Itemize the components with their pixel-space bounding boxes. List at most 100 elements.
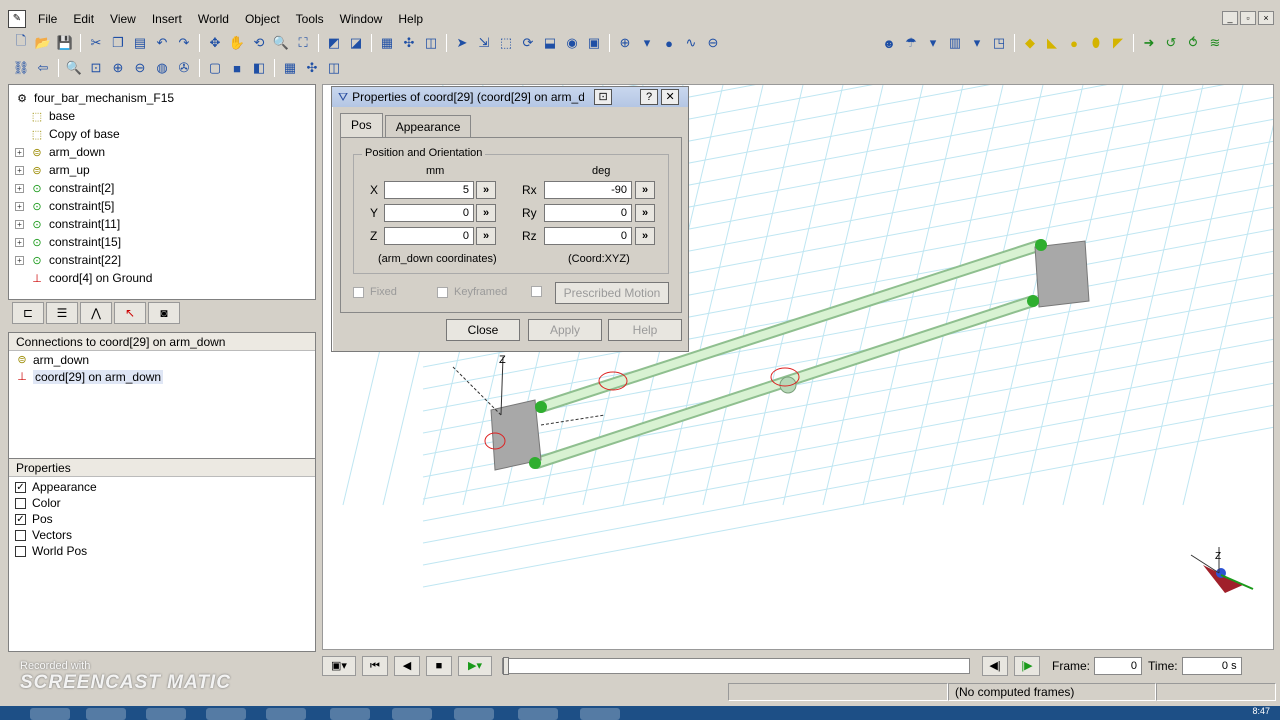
part-move-icon[interactable]: ⬚ (496, 33, 516, 53)
property-checkbox-vectors[interactable]: Vectors (9, 527, 315, 543)
tree-item[interactable]: + ⊙ constraint[15] (15, 233, 309, 251)
timeline-slider[interactable] (502, 657, 970, 675)
expand-icon[interactable]: + (15, 255, 24, 265)
back-icon[interactable]: ⇦ (33, 58, 53, 78)
open-folder-icon[interactable]: 📂 (33, 33, 53, 53)
cylinder-primitive-icon[interactable]: ⬮ (1086, 33, 1106, 53)
close-button[interactable]: Close (446, 319, 520, 341)
menu-view[interactable]: View (102, 12, 144, 26)
tree-item[interactable]: + ⊜ arm_down (15, 143, 309, 161)
taskbar-app-icon[interactable] (580, 708, 620, 720)
expand-icon[interactable]: + (15, 165, 24, 175)
checkbox[interactable]: ✓ (15, 481, 26, 493)
copy-icon[interactable]: ❐ (108, 33, 128, 53)
film-icon[interactable]: ▣▾ (322, 656, 356, 676)
list-item[interactable]: ⊜ arm_down (9, 351, 315, 368)
camera-icon[interactable]: ◉ (562, 33, 582, 53)
menu-tools[interactable]: Tools (288, 12, 332, 26)
zoom-plus-icon[interactable]: ⊕ (108, 58, 128, 78)
light-icon[interactable]: ☂ (901, 33, 921, 53)
image-icon[interactable]: ▣ (584, 33, 604, 53)
taskbar-app-icon[interactable] (206, 708, 246, 720)
menu-edit[interactable]: Edit (65, 12, 102, 26)
taskbar-word-icon[interactable] (392, 708, 432, 720)
tree-item[interactable]: ⊥ coord[4] on Ground (15, 269, 309, 287)
pan-icon[interactable]: ✋ (227, 33, 247, 53)
sphere-icon[interactable]: ◍ (152, 58, 172, 78)
wireframe-icon[interactable]: ◪ (346, 33, 366, 53)
move-icon[interactable]: ✥ (205, 33, 225, 53)
rotate-view-icon[interactable]: ⟲ (249, 33, 269, 53)
taskbar-ie-icon[interactable] (30, 708, 70, 720)
perspective-icon[interactable]: ◧ (249, 58, 269, 78)
property-checkbox-pos[interactable]: ✓ Pos (9, 511, 315, 527)
keyframed-checkbox[interactable]: Keyframed (437, 286, 507, 298)
minimize-button[interactable]: _ (1222, 11, 1238, 25)
arrow-right-icon[interactable]: ➜ (1139, 33, 1159, 53)
pin-icon[interactable]: ⊡ (594, 89, 613, 105)
help-icon[interactable]: ? (640, 89, 659, 105)
y-field[interactable]: 0 (384, 204, 474, 222)
joint-icon[interactable]: ● (659, 33, 679, 53)
spring-icon[interactable]: ⥀ (1183, 33, 1203, 53)
z-more-button[interactable]: » (476, 227, 496, 245)
sphere-primitive-icon[interactable]: ● (1064, 33, 1084, 53)
checkbox[interactable] (15, 529, 26, 541)
dialog-titlebar[interactable]: ⛛ Properties of coord[29] (coord[29] on … (332, 87, 688, 107)
part-rotate-icon[interactable]: ⟳ (518, 33, 538, 53)
tab-camera-icon[interactable]: ◙ (148, 302, 180, 324)
render-icon[interactable]: ◩ (324, 33, 344, 53)
dropdown-icon[interactable]: ▾ (923, 33, 943, 53)
rx-field[interactable]: -90 (544, 181, 632, 199)
layers-icon[interactable]: ◫ (421, 33, 441, 53)
coord-add-icon[interactable]: ⊖ (703, 33, 723, 53)
grid-toggle-icon[interactable]: ▦ (280, 58, 300, 78)
ry-more-button[interactable]: » (635, 204, 655, 222)
expand-icon[interactable]: + (15, 237, 24, 247)
extrude-primitive-icon[interactable]: ◤ (1108, 33, 1128, 53)
axis-icon[interactable]: ✣ (302, 58, 322, 78)
prescribed-checkbox[interactable] (531, 286, 548, 297)
tab-list-icon[interactable]: ☰ (46, 302, 78, 324)
list-item[interactable]: ⊥ coord[29] on arm_down (9, 368, 315, 385)
taskbar-app-icon[interactable] (518, 708, 558, 720)
wedge-primitive-icon[interactable]: ◣ (1042, 33, 1062, 53)
orbit-icon[interactable]: ✇ (174, 58, 194, 78)
rz-more-button[interactable]: » (635, 227, 655, 245)
grid-icon[interactable]: ▦ (377, 33, 397, 53)
menu-object[interactable]: Object (237, 12, 288, 26)
first-frame-icon[interactable]: ⏮ (362, 656, 388, 676)
box-view-icon[interactable]: ▢ (205, 58, 225, 78)
expand-icon[interactable]: + (15, 219, 24, 229)
taskbar-folder-icon[interactable] (86, 708, 126, 720)
taskbar-skype-icon[interactable] (454, 708, 494, 720)
tree-root[interactable]: ⚙ four_bar_mechanism_F15 (15, 89, 309, 107)
snap-icon[interactable]: ✣ (399, 33, 419, 53)
frame-field[interactable]: 0 (1094, 657, 1143, 675)
app-icon[interactable]: ✎ (8, 10, 26, 28)
spline-icon[interactable]: ∿ (681, 33, 701, 53)
expand-icon[interactable]: + (15, 201, 24, 211)
time-field[interactable]: 0 s (1181, 657, 1242, 675)
checkbox[interactable] (15, 545, 26, 557)
zoom-box-icon[interactable]: ⊡ (86, 58, 106, 78)
z-field[interactable]: 0 (384, 227, 474, 245)
tab-graph-icon[interactable]: ⋀ (80, 302, 112, 324)
damper-icon[interactable]: ≋ (1205, 33, 1225, 53)
tree-item[interactable]: + ⊜ arm_up (15, 161, 309, 179)
tree-item[interactable]: + ⊙ constraint[11] (15, 215, 309, 233)
help-button[interactable]: Help (608, 319, 682, 341)
select-move-icon[interactable]: ⇲ (474, 33, 494, 53)
link-icon[interactable]: ⛓ (11, 58, 31, 78)
timeline-thumb[interactable] (503, 657, 509, 675)
zoom-minus-icon[interactable]: ⊖ (130, 58, 150, 78)
user-view-icon[interactable]: ☻ (879, 33, 899, 53)
part-align-icon[interactable]: ⬓ (540, 33, 560, 53)
close-window-button[interactable]: × (1258, 11, 1274, 25)
paste-icon[interactable]: ▤ (130, 33, 150, 53)
fixed-checkbox[interactable]: Fixed (353, 286, 397, 298)
select-arrow-icon[interactable]: ➤ (452, 33, 472, 53)
stop-icon[interactable]: ■ (426, 656, 452, 676)
step-prev-icon[interactable]: ◀| (982, 656, 1008, 676)
cut-icon[interactable]: ✂ (86, 33, 106, 53)
